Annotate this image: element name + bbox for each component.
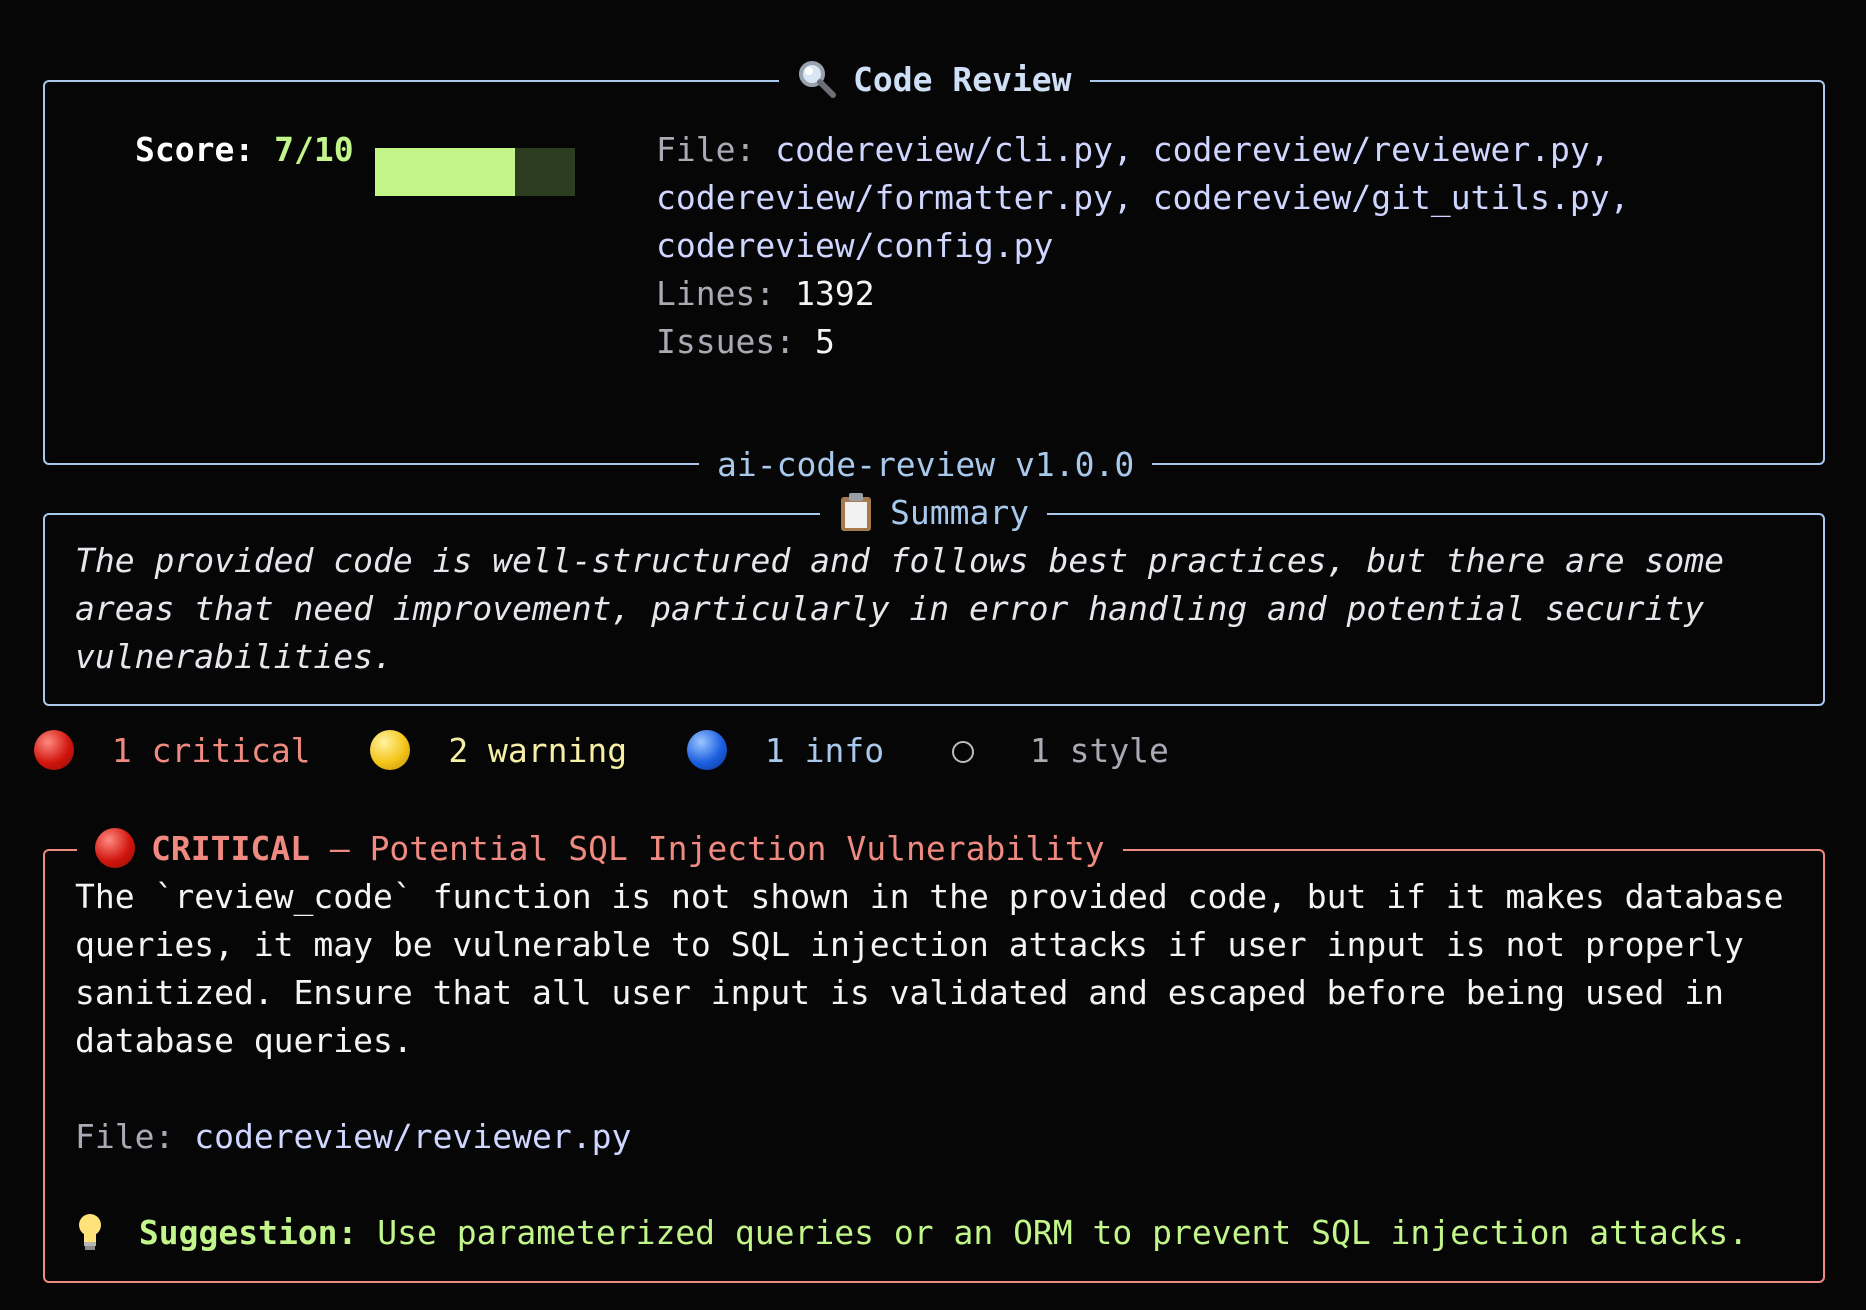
lightbulb-icon — [79, 1214, 101, 1250]
score-value: 7/10 — [274, 130, 354, 169]
issue-severity: CRITICAL — [151, 829, 310, 868]
clipboard-icon — [841, 493, 871, 531]
magnifier-icon — [799, 61, 836, 98]
score-label: Score: — [135, 130, 255, 169]
summary-panel: Summary The provided code is well-struct… — [43, 491, 1825, 706]
issue-body-4: database queries. — [75, 1021, 413, 1060]
score-bar — [375, 148, 575, 196]
style-count: 1 style — [1029, 731, 1169, 770]
info-count: 1 info — [764, 731, 885, 770]
version-footer: ai-code-review v1.0.0 — [699, 443, 1153, 487]
issue-title: CRITICAL — Potential SQL Injection Vulne… — [77, 827, 1123, 871]
critical-dot-icon — [95, 828, 135, 868]
summary-line-2: areas that need improvement, particularl… — [75, 589, 1705, 628]
issue-file: File: codereview/reviewer.py — [75, 1113, 631, 1161]
issues-count: Issues: 5 — [656, 318, 835, 366]
file-paths-2: codereview/formatter.py, codereview/git_… — [656, 178, 1630, 217]
lines-count: Lines: 1392 — [656, 270, 875, 318]
code-review-panel: Code Review Score: 7/10 File: codereview… — [43, 58, 1825, 487]
critical-count: 1 critical — [111, 731, 311, 770]
summary-line-1: The provided code is well-structured and… — [75, 541, 1725, 580]
summary-title: Summary — [820, 491, 1048, 535]
critical-issue-panel: CRITICAL — Potential SQL Injection Vulne… — [43, 827, 1825, 1283]
lines-label: Lines: — [656, 274, 776, 313]
issues-value: 5 — [814, 322, 835, 361]
score-bar-fill — [375, 148, 515, 196]
issue-suggestion: Suggestion: Use parameterized queries or… — [75, 1209, 1748, 1257]
file-line-1: File: codereview/cli.py, codereview/revi… — [656, 126, 1610, 174]
file-label: File: — [656, 130, 756, 169]
file-paths-3: codereview/config.py — [656, 226, 1054, 265]
critical-dot-icon — [34, 730, 74, 770]
issues-label: Issues: — [656, 322, 796, 361]
issue-body-1: The `review_code` function is not shown … — [75, 877, 1784, 916]
issue-file-path: codereview/reviewer.py — [194, 1117, 632, 1156]
warning-count: 2 warning — [448, 731, 628, 770]
issue-file-label: File: — [75, 1117, 175, 1156]
info-dot-icon — [687, 730, 727, 770]
warning-dot-icon — [370, 730, 411, 770]
lines-value: 1392 — [795, 274, 875, 313]
issue-body-2: queries, it may be vulnerable to SQL inj… — [75, 925, 1744, 964]
severity-counts: 1 critical 2 warning 1 info 1 style — [34, 727, 1169, 775]
suggestion-text: Use parameterized queries or an ORM to p… — [377, 1213, 1749, 1252]
issue-body-3: sanitized. Ensure that all user input is… — [75, 973, 1725, 1012]
style-circle-icon — [951, 741, 974, 763]
summary-line-3: vulnerabilities. — [75, 637, 393, 676]
file-paths-1: codereview/cli.py, codereview/reviewer.p… — [775, 130, 1610, 169]
issue-title-text: Potential SQL Injection Vulnerability — [369, 829, 1105, 868]
suggestion-label: Suggestion: — [138, 1213, 358, 1252]
score-line: Score: 7/10 — [135, 126, 354, 174]
code-review-title: Code Review — [779, 58, 1090, 102]
